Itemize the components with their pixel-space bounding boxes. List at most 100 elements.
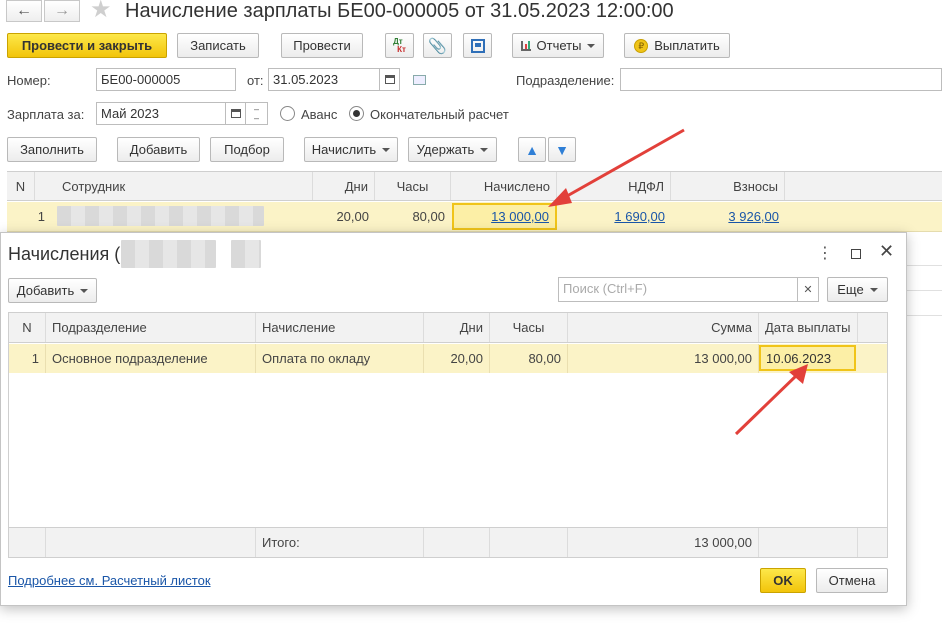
calendar-button[interactable]	[380, 68, 400, 91]
pay-button[interactable]: ₽ Выплатить	[624, 33, 730, 58]
clear-icon: ✕	[803, 284, 813, 296]
period-spinner[interactable]: – –	[246, 102, 268, 125]
contrib-link[interactable]: 3 926,00	[728, 209, 779, 224]
favorite-star-icon[interactable]: ★	[90, 0, 112, 22]
col-days[interactable]: Дни	[313, 172, 375, 200]
dialog-grid: N Подразделение Начисление Дни Часы Сумм…	[8, 312, 888, 558]
move-down-button[interactable]: ▼	[548, 137, 576, 162]
dialog-table-footer: Итого: 13 000,00	[9, 527, 887, 557]
col-n[interactable]: N	[9, 313, 46, 342]
footer-total-label: Итого:	[256, 528, 424, 557]
row-hours: 80,00	[490, 344, 568, 373]
paperclip-icon: 📎	[428, 37, 447, 55]
chevron-down-icon	[587, 43, 596, 48]
coin-icon: ₽	[634, 38, 649, 53]
row-hours: 80,00	[412, 209, 445, 224]
row-ndfl: 1 690,00	[557, 202, 671, 231]
payslip-link[interactable]: Подробнее см. Расчетный листок	[8, 573, 211, 588]
table-row[interactable]: 1 Основное подразделение Оплата по оклад…	[9, 344, 887, 373]
row-sum: 13 000,00	[568, 344, 759, 373]
division-label: Подразделение:	[516, 73, 615, 88]
arrow-down-icon: ▼	[555, 141, 569, 158]
dialog-title: Начисления (	[8, 244, 121, 264]
date-field[interactable]: 31.05.2023	[268, 68, 380, 91]
search-input[interactable]: Поиск (Ctrl+F)	[558, 277, 798, 302]
col-days[interactable]: Дни	[424, 313, 490, 342]
table-row[interactable]: 1 20,00 80,00 13 000,00 1 690,00 3 926,0…	[7, 202, 942, 232]
col-pay-date[interactable]: Дата выплаты	[759, 313, 858, 342]
nav-forward-button[interactable]: →	[44, 0, 80, 22]
row-days: 20,00	[424, 344, 490, 373]
accruals-dialog: Начисления ( ⋮ ✕ Добавить Поиск (Ctrl+F)…	[0, 232, 907, 606]
arrow-right-icon: →	[54, 2, 70, 19]
withhold-dropdown[interactable]: Удержать	[408, 137, 497, 162]
chevron-down-icon	[80, 288, 89, 293]
dialog-table-header: N Подразделение Начисление Дни Часы Сумм…	[9, 313, 887, 343]
radio-advance[interactable]	[280, 106, 295, 121]
clear-search-button[interactable]: ✕	[797, 277, 819, 302]
accrued-cell[interactable]: 13 000,00	[452, 203, 557, 230]
comment-icon[interactable]	[413, 75, 426, 85]
accrue-dropdown[interactable]: Начислить	[304, 137, 398, 162]
dt-kt-button[interactable]: Дт Кт	[385, 33, 414, 58]
add-row-button[interactable]: Добавить	[117, 137, 200, 162]
col-sum[interactable]: Сумма	[568, 313, 759, 342]
col-contrib[interactable]: Взносы	[671, 172, 785, 200]
dialog-title-blurred-2	[231, 240, 261, 268]
dt-kt-icon: Дт Кт	[393, 36, 406, 54]
division-field[interactable]	[620, 68, 942, 91]
post-button[interactable]: Провести	[281, 33, 363, 58]
pay-date-cell[interactable]: 10.06.2023	[759, 345, 856, 371]
dialog-title-blurred	[121, 240, 216, 268]
ok-button[interactable]: OK	[760, 568, 806, 593]
more-dropdown[interactable]: Еще	[827, 277, 888, 302]
row-n: 1	[37, 209, 45, 224]
col-hours[interactable]: Часы	[490, 313, 568, 342]
reports-dropdown[interactable]: Отчеты	[512, 33, 604, 58]
salary-period-label: Зарплата за:	[7, 107, 85, 122]
page-title: Начисление зарплаты БЕ00-000005 от 31.05…	[125, 0, 674, 22]
ndfl-link[interactable]: 1 690,00	[614, 209, 665, 224]
maximize-icon[interactable]	[851, 249, 861, 259]
period-calendar-button[interactable]	[226, 102, 246, 125]
chevron-down-icon	[480, 147, 489, 152]
calendar-icon	[384, 75, 395, 84]
col-accrued[interactable]: Начислено	[451, 172, 557, 200]
col-hours[interactable]: Часы	[375, 172, 451, 200]
structure-button[interactable]	[463, 33, 492, 58]
save-button[interactable]: Записать	[177, 33, 259, 58]
move-up-button[interactable]: ▲	[518, 137, 546, 162]
col-employee[interactable]: Сотрудник	[35, 172, 313, 200]
close-icon[interactable]: ✕	[879, 242, 894, 260]
calendar-icon	[230, 109, 241, 118]
dialog-add-dropdown[interactable]: Добавить	[8, 278, 97, 303]
arrow-left-icon: ←	[16, 2, 32, 19]
number-field[interactable]: БЕ00-000005	[96, 68, 236, 91]
radio-final[interactable]	[349, 106, 364, 121]
col-division[interactable]: Подразделение	[46, 313, 256, 342]
col-n[interactable]: N	[7, 172, 35, 200]
fill-button[interactable]: Заполнить	[7, 137, 97, 162]
chart-icon	[520, 40, 531, 51]
more-vertical-icon[interactable]: ⋮	[817, 243, 833, 263]
cancel-button[interactable]: Отмена	[816, 568, 888, 593]
number-label: Номер:	[7, 73, 51, 88]
attachment-button[interactable]: 📎	[423, 33, 452, 58]
col-ndfl[interactable]: НДФЛ	[557, 172, 671, 200]
date-label: от:	[247, 73, 264, 88]
select-button[interactable]: Подбор	[210, 137, 284, 162]
row-contrib: 3 926,00	[671, 202, 785, 231]
col-accrual[interactable]: Начисление	[256, 313, 424, 342]
salary-period-field[interactable]: Май 2023	[96, 102, 226, 125]
row-accrual: Оплата по окладу	[256, 344, 424, 373]
chevron-down-icon	[869, 287, 878, 292]
accrued-link[interactable]: 13 000,00	[491, 209, 549, 224]
row-division: Основное подразделение	[46, 344, 256, 373]
spin-down-icon[interactable]: –	[254, 113, 259, 123]
chevron-down-icon	[382, 147, 391, 152]
radio-advance-label: Аванс	[301, 107, 338, 122]
main-table-header: N Сотрудник Дни Часы Начислено НДФЛ Взно…	[7, 171, 942, 201]
post-and-close-button[interactable]: Провести и закрыть	[7, 33, 167, 58]
nav-back-button[interactable]: ←	[6, 0, 42, 22]
radio-final-label: Окончательный расчет	[370, 107, 509, 122]
